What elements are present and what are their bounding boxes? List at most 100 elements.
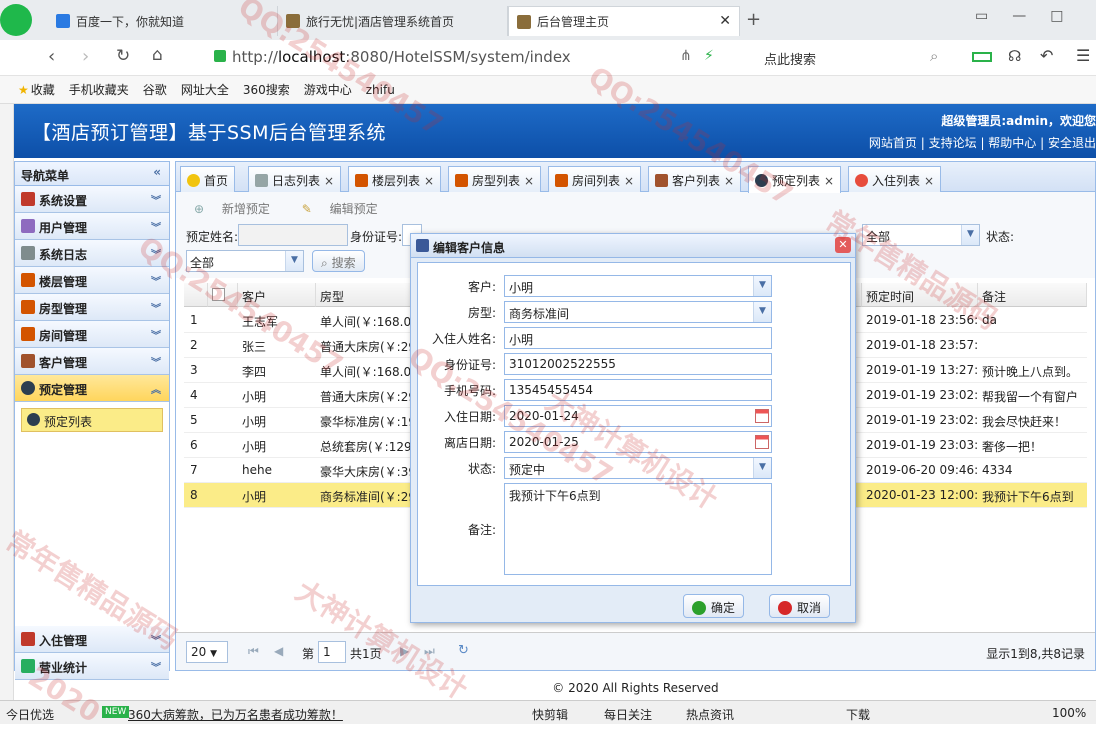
close-icon[interactable]: × xyxy=(524,174,534,188)
close-icon[interactable]: × xyxy=(324,174,334,188)
close-icon[interactable]: × xyxy=(824,174,834,188)
link-forum[interactable]: 支持论坛 xyxy=(929,136,977,150)
sidebar-item-stats[interactable]: 营业统计 ︾ xyxy=(15,653,169,680)
tab-home[interactable]: 首页 xyxy=(180,166,236,192)
sidebar-item-checkin[interactable]: 入住管理 ︾ xyxy=(15,626,169,653)
type-filter-select[interactable]: 全部 ▼ xyxy=(186,250,304,272)
select-all-checkbox[interactable] xyxy=(212,288,225,301)
link-logout[interactable]: 安全退出 xyxy=(1048,136,1096,150)
bookmark-360[interactable]: 360搜索 xyxy=(243,81,290,98)
tab-customers[interactable]: 客户列表 × xyxy=(648,166,742,192)
prev-page-icon[interactable]: ◀ xyxy=(274,644,283,658)
confirm-button[interactable]: 确定 xyxy=(683,594,745,618)
grid-header-remark[interactable]: 备注 xyxy=(978,283,1087,307)
remark-textarea[interactable]: 我预计下午6点到 xyxy=(504,483,772,575)
search-icon[interactable]: ⌕ xyxy=(930,47,938,65)
sidebar-item-room-types[interactable]: 房型管理 ︾ xyxy=(15,294,169,321)
grid-header-time[interactable]: 预定时间 xyxy=(862,283,978,307)
grid-header-check[interactable] xyxy=(208,283,238,307)
sidebar-item-users[interactable]: 用户管理 ︾ xyxy=(15,213,169,240)
close-icon[interactable]: × xyxy=(624,174,634,188)
customer-select[interactable]: 小明 ▼ xyxy=(504,275,772,297)
grid-header-customer[interactable]: 客户 xyxy=(238,283,316,307)
phone-input[interactable]: 13545455454 xyxy=(504,379,772,401)
tab-checkins[interactable]: 入住列表 × xyxy=(848,166,942,192)
sidebar-item-rooms[interactable]: 房间管理 ︾ xyxy=(15,321,169,348)
tab-rooms[interactable]: 房间列表 × xyxy=(548,166,642,192)
daily-focus-link[interactable]: 每日关注 xyxy=(604,706,652,723)
browser-tab-admin[interactable]: 后台管理主页 ✕ xyxy=(508,6,740,36)
bookmark-google[interactable]: 谷歌 xyxy=(143,81,167,98)
close-icon[interactable]: ✕ xyxy=(835,237,851,253)
reload-icon[interactable]: ↻ xyxy=(116,46,130,66)
clock-icon xyxy=(27,413,40,426)
guest-name-input[interactable]: 小明 xyxy=(504,327,772,349)
sidebar-item-floors[interactable]: 楼层管理 ︾ xyxy=(15,267,169,294)
arrive-date-input[interactable]: 2020-01-24 xyxy=(504,405,772,427)
sidebar-item-system[interactable]: 系统设置 ︾ xyxy=(15,186,169,213)
last-page-icon[interactable]: ⏭ xyxy=(424,644,435,659)
first-page-icon[interactable]: ⏮ xyxy=(248,644,259,659)
add-reservation-button[interactable]: ⊕ 新增预定 xyxy=(194,202,284,216)
browser-logo-icon[interactable] xyxy=(0,4,32,36)
zoom-level[interactable]: 100% xyxy=(1052,706,1086,720)
close-icon[interactable]: × xyxy=(724,174,734,188)
link-site-home[interactable]: 网站首页 xyxy=(869,136,917,150)
status-select[interactable]: 预定中 ▼ xyxy=(504,457,772,479)
close-tab-icon[interactable]: ✕ xyxy=(719,13,731,29)
room-type-select[interactable]: 商务标准间 ▼ xyxy=(504,301,772,323)
name-filter-input[interactable] xyxy=(238,224,348,246)
headphones-icon[interactable]: ☊ xyxy=(1008,47,1021,65)
calendar-icon[interactable] xyxy=(755,435,769,449)
link-help[interactable]: 帮助中心 xyxy=(988,136,1036,150)
leave-date-input[interactable]: 2020-01-25 xyxy=(504,431,772,453)
share-icon[interactable]: ⋔ xyxy=(680,48,692,64)
sidebar-item-reservations[interactable]: 预定管理 ︽ xyxy=(15,375,169,402)
page-size-select[interactable]: 20 ▼ xyxy=(186,641,228,663)
cancel-button[interactable]: 取消 xyxy=(769,594,831,618)
bookmark-games[interactable]: 游戏中心 xyxy=(304,81,352,98)
bookmark-mobile[interactable]: 手机收藏夹 xyxy=(69,81,129,98)
bookmark-zhifu[interactable]: zhifu xyxy=(366,83,395,97)
window-controls-icon[interactable]: ▭—□ xyxy=(975,8,1087,24)
tab-reservations[interactable]: 预定列表 × xyxy=(748,166,842,193)
sidebar-item-logs[interactable]: 系统日志 ︾ xyxy=(15,240,169,267)
tab-logs[interactable]: 日志列表 × xyxy=(248,166,342,192)
quick-edit-link[interactable]: 快剪辑 xyxy=(532,706,568,723)
status-left[interactable]: 今日优选 xyxy=(6,706,54,723)
bolt-icon[interactable]: ⚡ xyxy=(704,48,714,64)
home-icon[interactable]: ⌂ xyxy=(152,45,163,65)
news-badge: NEW xyxy=(102,706,130,718)
status-filter-select[interactable]: 全部 ▼ xyxy=(862,224,980,246)
bookmark-favorites[interactable]: 收藏 xyxy=(31,81,55,98)
search-button[interactable]: ⌕ 搜索 xyxy=(312,250,365,272)
save-icon xyxy=(416,239,429,252)
menu-icon[interactable]: ☰ xyxy=(1076,46,1090,65)
tab-room-types[interactable]: 房型列表 × xyxy=(448,166,542,192)
sidebar-item-customers[interactable]: 客户管理 ︾ xyxy=(15,348,169,375)
collapse-icon[interactable]: « xyxy=(153,165,161,179)
search-hint[interactable]: 点此搜索 xyxy=(764,49,816,68)
edit-reservation-button[interactable]: ✎ 编辑预定 xyxy=(302,202,392,216)
back-icon[interactable]: ‹ xyxy=(48,46,55,67)
page-number-input[interactable]: 1 xyxy=(318,641,346,663)
id-number-input[interactable]: 31012002522555 xyxy=(504,353,772,375)
download-link[interactable]: 下载 xyxy=(846,706,870,723)
forward-icon[interactable]: › xyxy=(82,46,89,67)
tab-floors[interactable]: 楼层列表 × xyxy=(348,166,442,192)
close-icon[interactable]: × xyxy=(924,174,934,188)
hot-news-link[interactable]: 热点资讯 xyxy=(686,706,734,723)
sidebar-sub-item-reservation-list[interactable]: 预定列表 xyxy=(21,408,163,432)
url-field[interactable]: http://localhost:8080/HotelSSM/system/in… xyxy=(232,48,571,66)
browser-tab-hotel-home[interactable]: 旅行无忧|酒店管理系统首页 xyxy=(278,6,508,36)
undo-icon[interactable]: ↶ xyxy=(1040,46,1053,65)
calendar-icon[interactable] xyxy=(755,409,769,423)
close-icon[interactable]: × xyxy=(424,174,434,188)
news-link[interactable]: 360大病筹款，已为万名患者成功筹款！ xyxy=(128,706,343,723)
bookmark-portal[interactable]: 网址大全 xyxy=(181,81,229,98)
next-page-icon[interactable]: ▶ xyxy=(400,644,409,658)
browser-tab-baidu[interactable]: 百度一下，你就知道 xyxy=(48,6,278,36)
new-tab-icon[interactable]: + xyxy=(746,9,761,30)
refresh-icon[interactable]: ↻ xyxy=(458,643,469,658)
search-icon: ⌕ xyxy=(321,256,328,270)
